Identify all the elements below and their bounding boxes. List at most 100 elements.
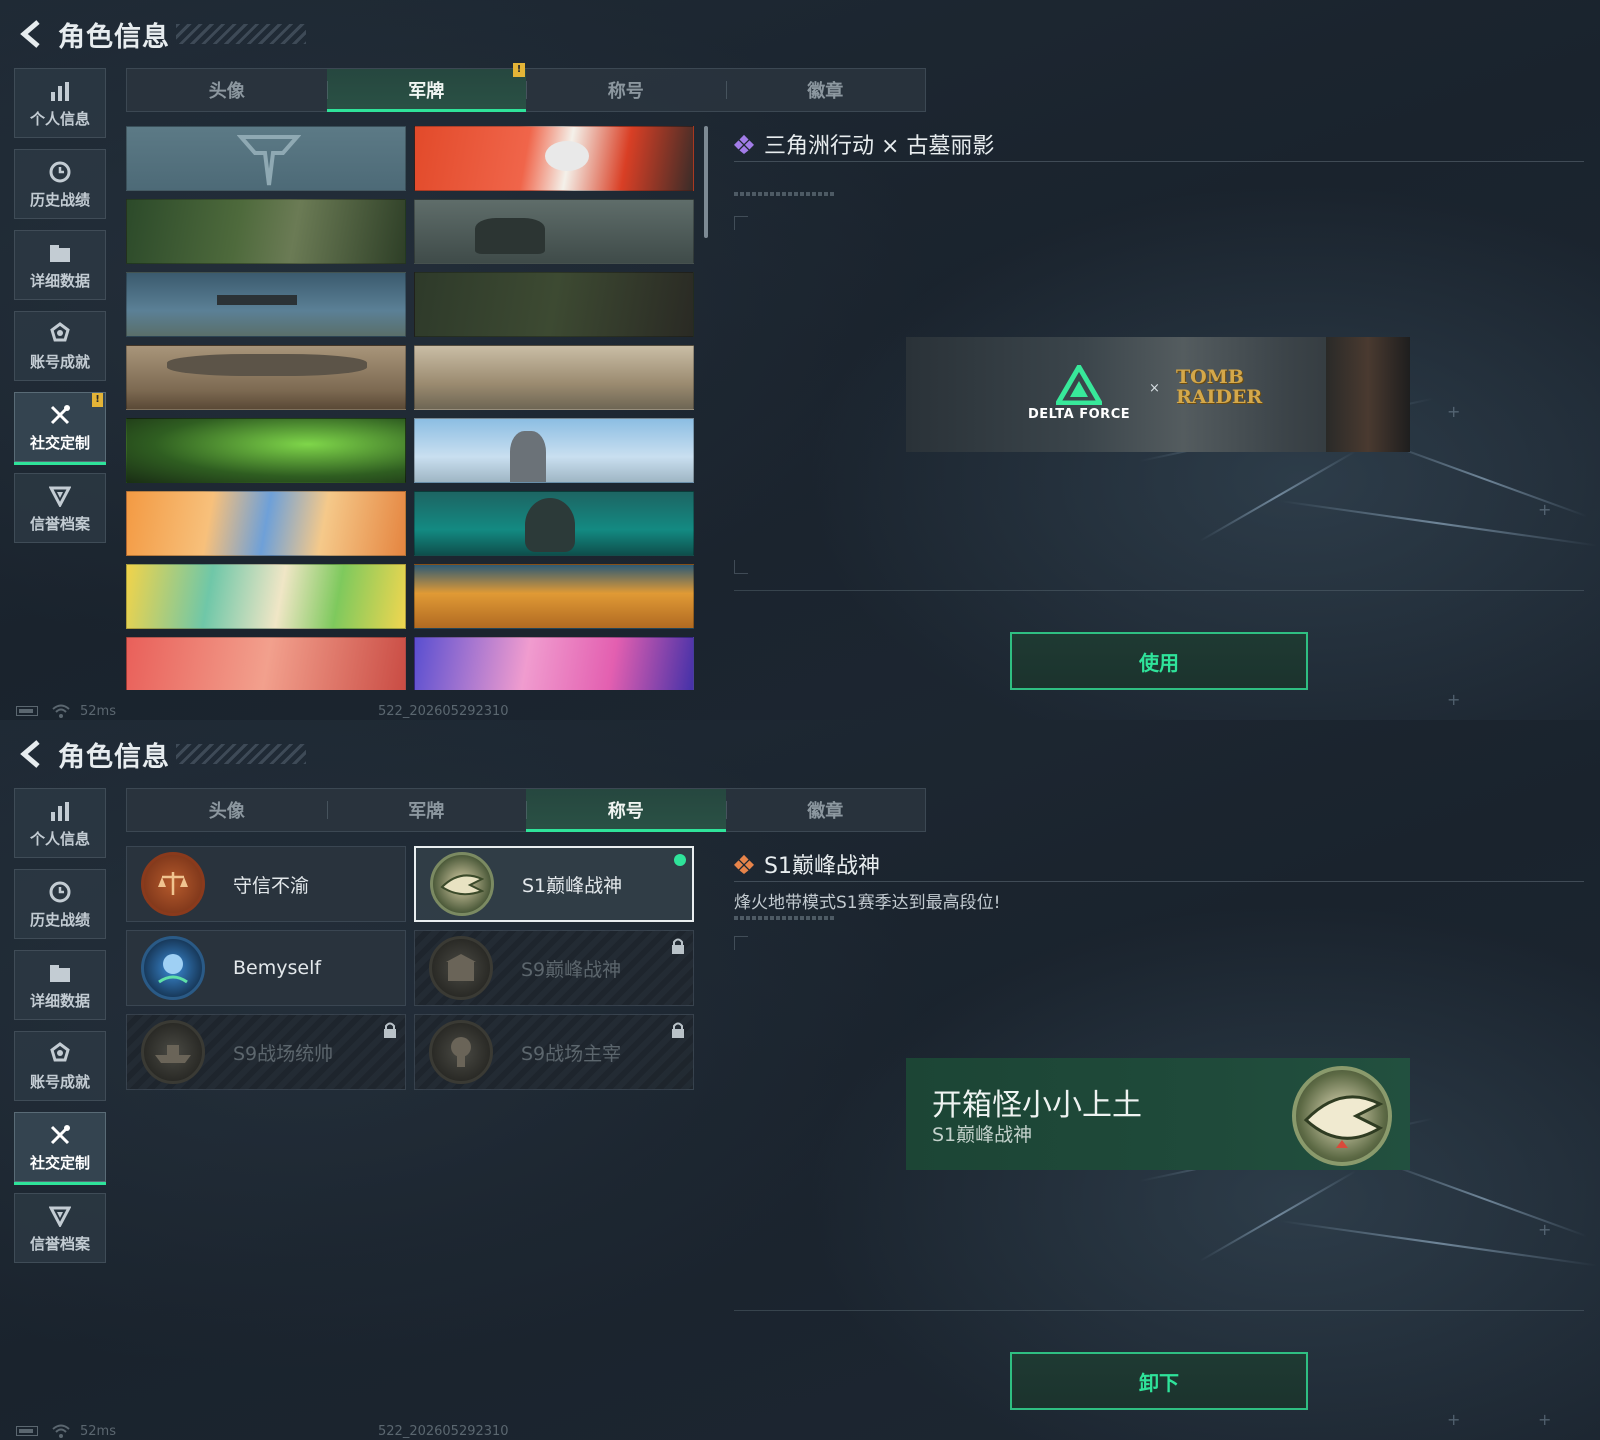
warning-badge: ! bbox=[513, 63, 525, 77]
crosshair-decoration: + bbox=[1538, 1410, 1552, 1429]
scales-badge-icon bbox=[141, 852, 205, 916]
sidebar-item-profile[interactable]: 个人信息 bbox=[14, 788, 106, 858]
sidebar-item-reputation[interactable]: 信誉档案 bbox=[14, 1193, 106, 1263]
tag-card[interactable] bbox=[126, 272, 406, 337]
title-preview: 开箱怪小小上土 S1巅峰战神 bbox=[906, 1058, 1410, 1170]
scrollbar[interactable] bbox=[704, 126, 708, 238]
tab-badge[interactable]: 徽章 bbox=[725, 69, 926, 111]
warship-badge-icon bbox=[141, 1020, 205, 1084]
title-item[interactable]: S9巅峰战神 bbox=[414, 930, 694, 1006]
frame-corner bbox=[734, 560, 748, 574]
back-arrow-icon[interactable] bbox=[14, 737, 48, 771]
back-arrow-icon[interactable] bbox=[14, 17, 48, 51]
banner-logo-right-line1: TOMB bbox=[1176, 366, 1244, 388]
use-button[interactable]: 使用 bbox=[1010, 632, 1308, 690]
sidebar-item-details[interactable]: 详细数据 bbox=[14, 230, 106, 300]
tab-bar: 头像 军牌 称号 徽章 bbox=[126, 788, 926, 832]
tag-card[interactable] bbox=[414, 345, 694, 410]
tag-card[interactable] bbox=[126, 126, 406, 191]
title-name: Bemyself bbox=[233, 957, 322, 979]
character-silhouette bbox=[1326, 337, 1410, 452]
page-title: 角色信息 bbox=[58, 741, 170, 773]
tag-card[interactable] bbox=[414, 126, 694, 191]
sidebar-item-label: 账号成就 bbox=[29, 352, 90, 371]
tag-card[interactable] bbox=[126, 345, 406, 410]
tag-card[interactable] bbox=[414, 272, 694, 337]
tag-card[interactable] bbox=[126, 199, 406, 264]
tag-card[interactable] bbox=[126, 418, 406, 483]
sidebar-item-label: 个人信息 bbox=[29, 829, 90, 848]
page-title: 角色信息 bbox=[58, 21, 170, 53]
divider bbox=[734, 1310, 1584, 1311]
tab-badge[interactable]: 徽章 bbox=[725, 789, 926, 831]
sidebar-item-history[interactable]: 历史战绩 bbox=[14, 149, 106, 219]
sidebar-item-label: 信誉档案 bbox=[29, 1234, 90, 1253]
detail-header: S1巅峰战神 bbox=[734, 846, 1584, 882]
title-item[interactable]: 守信不渝 bbox=[126, 846, 406, 922]
crosshair-decoration: + bbox=[1447, 690, 1461, 709]
status-bar: 52ms 522_202605292310 bbox=[16, 703, 509, 719]
title-item[interactable]: S9战场统帅 bbox=[126, 1014, 406, 1090]
bemyself-badge-icon bbox=[141, 936, 205, 1000]
tab-avatar[interactable]: 头像 bbox=[127, 789, 327, 831]
tag-card[interactable] bbox=[126, 564, 406, 629]
sidebar-item-social[interactable]: ! 社交定制 bbox=[14, 392, 106, 465]
diamond-icon bbox=[734, 854, 754, 874]
lock-icon bbox=[384, 1022, 396, 1038]
folder-icon bbox=[47, 960, 73, 986]
frame-corner bbox=[734, 936, 748, 950]
banner-logo-left: DELTA FORCE bbox=[1028, 407, 1131, 422]
title-item[interactable]: Bemyself bbox=[126, 930, 406, 1006]
frame-corner bbox=[734, 216, 748, 230]
sidebar-item-label: 历史战绩 bbox=[29, 910, 90, 929]
tab-military-tag[interactable]: 军牌 ! bbox=[326, 63, 526, 112]
folder-icon bbox=[47, 240, 73, 266]
sidebar-item-achievements[interactable]: 账号成就 bbox=[14, 1031, 106, 1101]
header: 角色信息 bbox=[14, 14, 306, 54]
tab-title[interactable]: 称号 bbox=[526, 789, 726, 832]
title-item[interactable]: S1巅峰战神 bbox=[414, 846, 694, 922]
divider bbox=[734, 192, 834, 196]
tag-card[interactable] bbox=[126, 637, 406, 690]
tag-card[interactable] bbox=[414, 199, 694, 264]
equipped-indicator bbox=[674, 854, 686, 866]
screen-title: 角色信息 个人信息 历史战绩 详细数据 账号成就 社交定制 信誉档案 头像 军牌… bbox=[0, 720, 1600, 1440]
tab-military-tag[interactable]: 军牌 bbox=[326, 789, 527, 831]
detail-header: 三角洲行动 × 古墓丽影 bbox=[734, 126, 1584, 162]
sidebar-item-achievements[interactable]: 账号成就 bbox=[14, 311, 106, 381]
build-version: 522_202605292310 bbox=[378, 703, 509, 719]
bar-chart-icon bbox=[47, 78, 73, 104]
crosshair-decoration: + bbox=[1538, 1220, 1552, 1239]
detail-description: 烽火地带模式S1赛季达到最高段位! bbox=[734, 893, 1001, 913]
tools-icon bbox=[47, 402, 73, 428]
detail-title: 三角洲行动 × 古墓丽影 bbox=[764, 133, 995, 159]
ping-value: 52ms bbox=[80, 703, 116, 719]
tag-card[interactable] bbox=[414, 418, 694, 483]
achievement-icon bbox=[47, 321, 73, 347]
tag-card[interactable] bbox=[414, 491, 694, 556]
sidebar-item-details[interactable]: 详细数据 bbox=[14, 950, 106, 1020]
tools-icon bbox=[47, 1122, 73, 1148]
title-decoration bbox=[176, 744, 306, 764]
tab-avatar[interactable]: 头像 bbox=[127, 69, 327, 111]
title-item[interactable]: S9战场主宰 bbox=[414, 1014, 694, 1090]
crocodile-badge-icon bbox=[430, 852, 494, 916]
sidebar-item-reputation[interactable]: 信誉档案 bbox=[14, 473, 106, 543]
wifi-icon bbox=[52, 1424, 70, 1438]
sidebar-item-history[interactable]: 历史战绩 bbox=[14, 869, 106, 939]
sidebar-item-profile[interactable]: 个人信息 bbox=[14, 68, 106, 138]
tag-card[interactable] bbox=[126, 491, 406, 556]
tag-card[interactable] bbox=[414, 564, 694, 629]
unequip-button[interactable]: 卸下 bbox=[1010, 1352, 1308, 1410]
divider bbox=[734, 590, 1584, 591]
sidebar-item-social[interactable]: 社交定制 bbox=[14, 1112, 106, 1185]
tab-title[interactable]: 称号 bbox=[526, 69, 726, 111]
sidebar-item-label: 社交定制 bbox=[29, 433, 90, 452]
title-name: S9巅峰战神 bbox=[521, 958, 622, 981]
history-clock-icon bbox=[47, 879, 73, 905]
warning-badge: ! bbox=[92, 393, 103, 407]
tag-card[interactable] bbox=[414, 637, 694, 690]
title-decoration bbox=[176, 24, 306, 44]
screen-military-tag: 角色信息 个人信息 历史战绩 详细数据 账号成就 ! 社交定制 信誉档案 头像 … bbox=[0, 0, 1600, 720]
sidebar: 个人信息 历史战绩 详细数据 账号成就 社交定制 信誉档案 bbox=[14, 788, 106, 1274]
